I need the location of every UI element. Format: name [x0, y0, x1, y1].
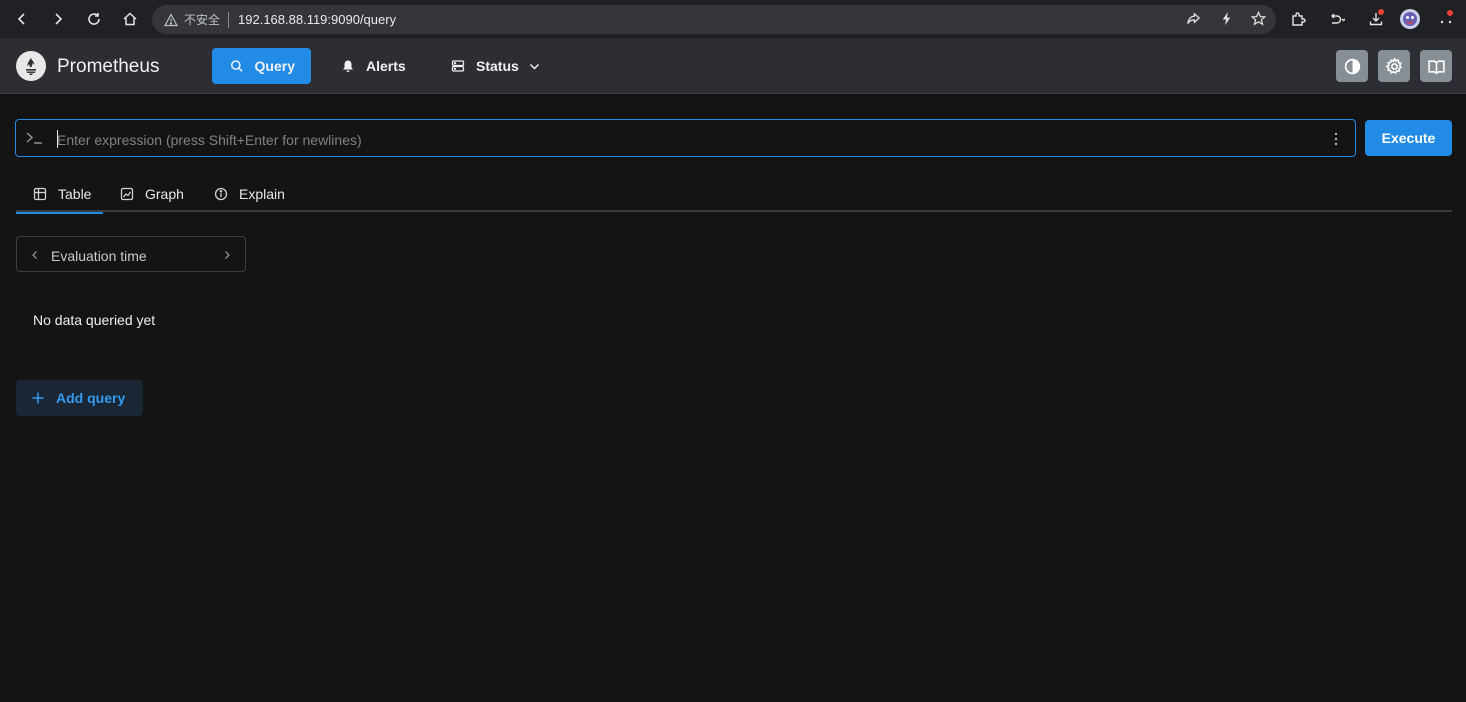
terminal-prompt-icon — [26, 132, 42, 144]
app-brand[interactable]: Prometheus — [57, 56, 159, 78]
bell-icon — [343, 60, 353, 72]
info-icon — [214, 187, 228, 201]
forward-icon[interactable] — [46, 7, 70, 31]
address-bar[interactable]: 不安全 192.168.88.119:9090/query — [152, 5, 1276, 34]
lightning-icon[interactable] — [1216, 8, 1236, 28]
plus-icon — [32, 392, 44, 404]
server-icon — [451, 60, 465, 72]
profile-avatar[interactable] — [1398, 7, 1422, 31]
update-badge — [1446, 9, 1454, 17]
expression-input[interactable]: Enter expression (press Shift+Enter for … — [15, 119, 1356, 157]
back-icon[interactable] — [10, 7, 34, 31]
view-tabs: Table Graph Explain — [16, 176, 1452, 214]
extensions-icon[interactable] — [1286, 7, 1310, 31]
insecure-label: 不安全 — [184, 13, 221, 27]
tab-graph[interactable]: Graph — [120, 176, 184, 212]
chevron-down-icon — [529, 63, 539, 70]
more-options-icon[interactable] — [1330, 131, 1342, 147]
settings-button[interactable] — [1378, 50, 1410, 82]
execute-button[interactable]: Execute — [1365, 120, 1452, 156]
empty-state-message: No data queried yet — [33, 312, 156, 328]
tab-graph-label: Graph — [145, 186, 184, 202]
search-icon — [230, 60, 243, 72]
tab-table-label: Table — [58, 186, 92, 202]
app-header: Prometheus Query Alerts Status — [0, 38, 1466, 94]
nav-status-dropdown[interactable]: Status — [433, 48, 557, 84]
documentation-button[interactable] — [1420, 50, 1452, 82]
add-query-button[interactable]: Add query — [16, 380, 143, 416]
nav-alerts-label: Alerts — [366, 58, 406, 74]
nav-alerts-button[interactable]: Alerts — [323, 48, 422, 84]
chevron-right-icon[interactable] — [221, 249, 233, 261]
tab-table[interactable]: Table — [16, 176, 103, 214]
bookmark-star-icon[interactable] — [1248, 8, 1268, 28]
tab-explain[interactable]: Explain — [214, 176, 285, 212]
evaluation-time-picker[interactable]: Evaluation time — [16, 236, 246, 272]
contrast-icon — [1344, 58, 1360, 74]
nav-status-label: Status — [476, 58, 519, 74]
url-text: 192.168.88.119:9090/query — [238, 12, 397, 27]
reload-icon[interactable] — [82, 7, 106, 31]
undo-menu-icon[interactable] — [1325, 7, 1349, 31]
nav-query-label: Query — [254, 58, 295, 74]
table-icon — [33, 187, 47, 201]
gear-icon — [1385, 56, 1402, 74]
download-icon[interactable] — [1364, 7, 1388, 31]
nav-query-button[interactable]: Query — [212, 48, 311, 84]
home-icon[interactable] — [118, 7, 142, 31]
expression-placeholder: Enter expression (press Shift+Enter for … — [57, 132, 362, 148]
chevron-left-icon[interactable] — [29, 249, 41, 261]
address-separator — [228, 11, 230, 28]
theme-toggle-button[interactable] — [1336, 50, 1368, 82]
chart-icon — [120, 187, 134, 201]
evaluation-time-label: Evaluation time — [51, 248, 147, 264]
add-query-label: Add query — [56, 390, 126, 406]
share-icon[interactable] — [1183, 8, 1203, 28]
download-badge — [1377, 8, 1385, 16]
prometheus-logo-icon[interactable] — [16, 51, 46, 81]
warning-icon — [164, 12, 178, 27]
book-icon — [1427, 59, 1445, 74]
browser-toolbar: 不安全 192.168.88.119:9090/query — [0, 0, 1466, 38]
browser-menu-icon[interactable] — [1434, 7, 1458, 31]
tab-explain-label: Explain — [239, 186, 285, 202]
